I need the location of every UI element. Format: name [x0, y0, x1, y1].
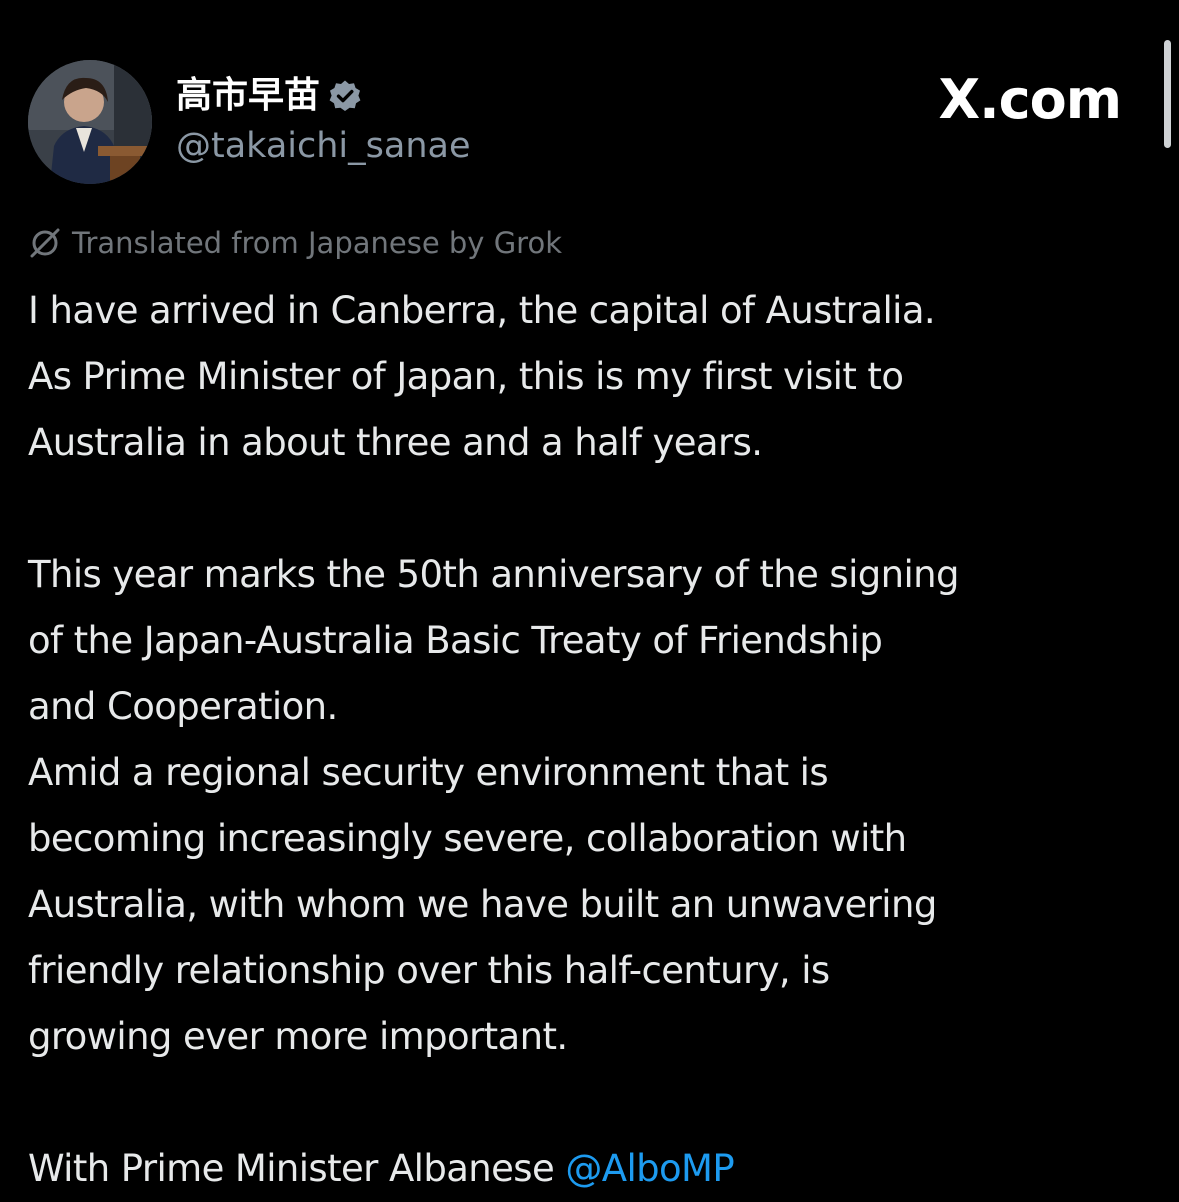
profile-photo [28, 60, 152, 184]
translation-note-text: Translated from Japanese by Grok [72, 226, 562, 260]
avatar[interactable] [28, 60, 152, 184]
paragraph-break [28, 476, 1138, 542]
tweet-text: I have arrived in Canberra, the capital … [28, 278, 1138, 1202]
verified-badge-icon [328, 79, 362, 113]
display-name[interactable]: 高市早苗 [176, 68, 320, 124]
scrollbar[interactable] [1164, 40, 1171, 148]
paragraph-break [28, 1070, 1138, 1136]
grok-icon [28, 226, 62, 260]
tweet-line: I have arrived in Canberra, the capital … [28, 289, 936, 332]
user-handle[interactable]: @takaichi_sanae [176, 122, 471, 170]
tweet-line: As Prime Minister of Japan, this is my f… [28, 355, 904, 398]
mention-link[interactable]: @AlboMP [565, 1147, 734, 1190]
tweet-line: growing ever more important. [28, 1015, 568, 1058]
tweet-line: Australia in about three and a half year… [28, 421, 763, 464]
tweet-line: friendly relationship over this half-cen… [28, 949, 830, 992]
tweet-line: Amid a regional security environment tha… [28, 751, 829, 794]
tweet-line: becoming increasingly severe, collaborat… [28, 817, 907, 860]
author-name-row[interactable]: 高市早苗 [176, 68, 362, 124]
translation-note: Translated from Japanese by Grok [28, 222, 562, 264]
tweet-line: Australia, with whom we have built an un… [28, 883, 937, 926]
tweet-line-partial: With Prime Minister Albanese @AlboMP [28, 1136, 1138, 1202]
tweet-line-text: With Prime Minister Albanese [28, 1147, 555, 1190]
site-logo: X.com [938, 68, 1122, 131]
tweet-line: and Cooperation. [28, 685, 338, 728]
tweet-line: This year marks the 50th anniversary of … [28, 553, 960, 596]
tweet-line: of the Japan-Australia Basic Treaty of F… [28, 619, 883, 662]
